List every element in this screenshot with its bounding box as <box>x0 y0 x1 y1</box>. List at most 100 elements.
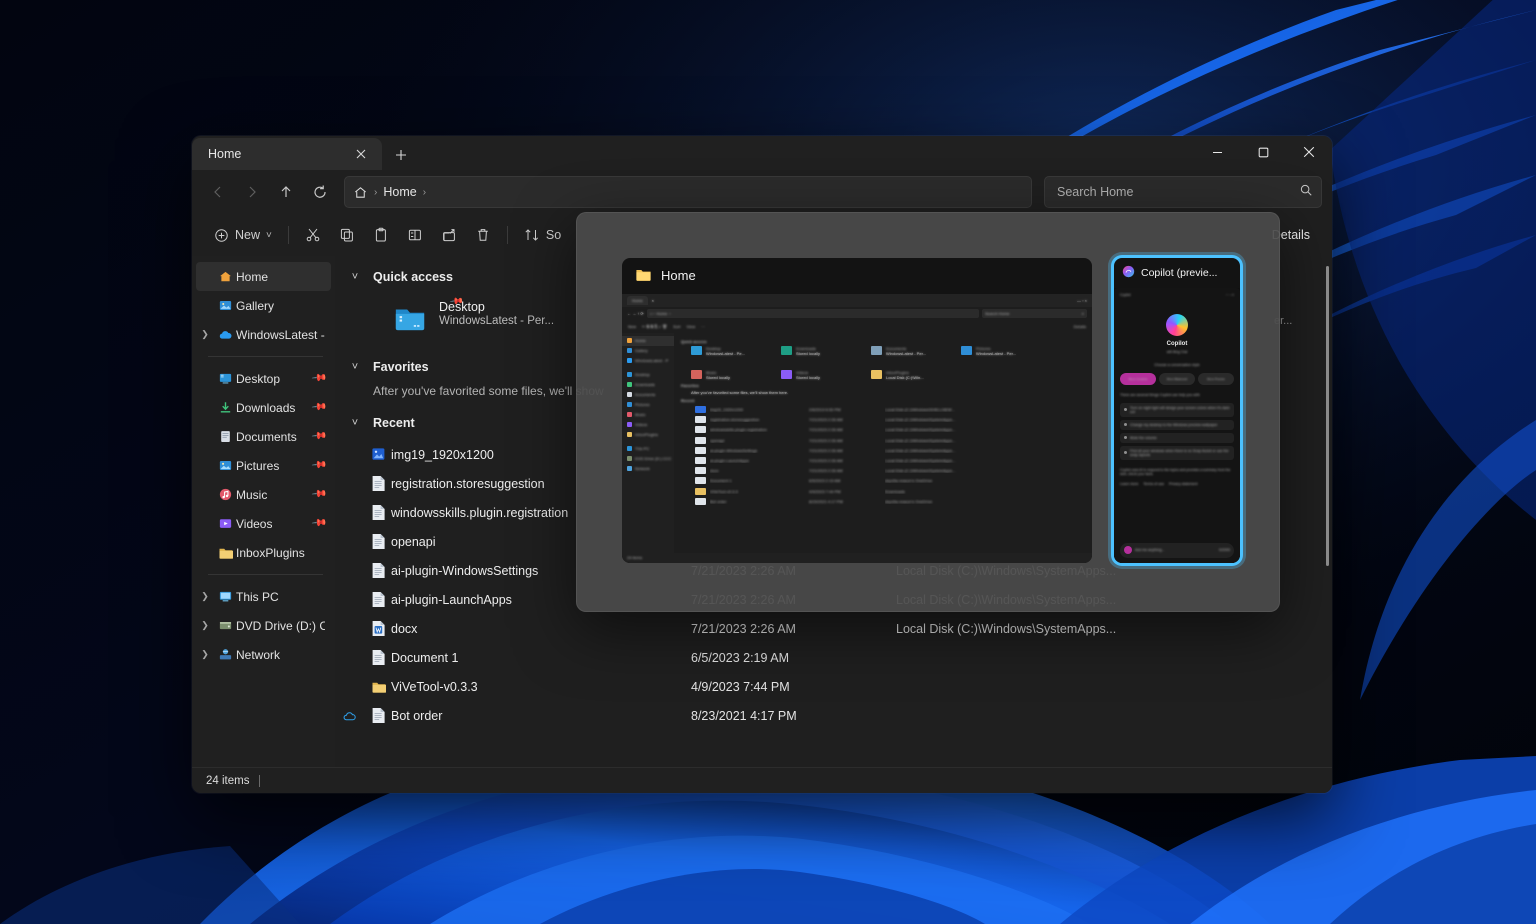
mini-copilot-link: Terms of use <box>1143 482 1164 486</box>
maximize-icon[interactable] <box>1240 136 1286 168</box>
minimize-icon[interactable] <box>1194 136 1240 168</box>
alt-tab-card-header-copilot: Copilot (previe... <box>1114 258 1240 288</box>
file-name-cell: docx <box>391 622 691 636</box>
mini-date: 8/23/2021 4:17 PM <box>809 499 881 504</box>
sidebar-item-label: InboxPlugins <box>236 546 305 560</box>
chevron-right-icon[interactable]: ❯ <box>196 591 214 602</box>
copy-button[interactable] <box>331 220 363 250</box>
chevron-down-icon[interactable]: ˅ <box>347 417 363 429</box>
mini-copilot-note: Copilot uses AI to respond to the topics… <box>1120 468 1234 477</box>
mini-sidebar-label: InboxPlugins <box>635 432 658 437</box>
sidebar-item-videos[interactable]: Videos📌 <box>196 509 331 538</box>
table-row[interactable]: Bot order8/23/2021 4:17 PM <box>335 701 1332 730</box>
chevron-right-icon[interactable]: ❯ <box>196 649 214 660</box>
search-input[interactable] <box>1057 185 1293 199</box>
mini-quick-access-item: DocumentsWindowsLatest - Per... <box>871 346 947 356</box>
mini-recent-list: img19_1920x12002/6/2019 6:50 PMLocal Dis… <box>681 405 1087 507</box>
mini-item-icon <box>627 466 632 471</box>
mini-sidebar-item: Documents <box>622 390 674 400</box>
chevron-right-icon[interactable]: ❯ <box>196 620 214 631</box>
sidebar-item-this-pc[interactable]: ❯This PC <box>196 582 331 611</box>
alt-tab-card-explorer[interactable]: Home Home × — ▫ × ← → ↑ ⟳ ⌂ › Home › <box>622 258 1092 563</box>
breadcrumb[interactable]: › Home › <box>344 176 1032 208</box>
mini-file-name: docx <box>710 468 805 473</box>
pin-icon: 📌 <box>310 457 327 473</box>
sidebar-item-gallery[interactable]: Gallery <box>196 291 331 320</box>
mini-date: 6/5/2023 2:19 AM <box>809 478 881 483</box>
sidebar-item-windowslatest-pe[interactable]: ❯WindowsLatest - Pe <box>196 320 331 349</box>
close-icon[interactable] <box>348 142 374 166</box>
table-row[interactable]: ViVeTool-v0.3.34/9/2023 7:44 PM <box>335 672 1332 701</box>
alt-tab-card-copilot[interactable]: Copilot (previe... Copilot ⋯ ▫ × Copilot… <box>1114 258 1240 563</box>
mini-table-row: ai-plugin-WindowsSettings7/21/2023 2:26 … <box>681 445 1087 455</box>
search-icon[interactable] <box>1299 183 1313 202</box>
mini-new-label: New <box>628 324 636 329</box>
mini-table-row: ViVeTool-v0.3.34/9/2023 7:44 PMDownloads <box>681 486 1087 496</box>
sidebar-divider <box>208 356 323 357</box>
back-arrow-icon[interactable] <box>202 176 234 208</box>
sidebar-item-documents[interactable]: Documents📌 <box>196 422 331 451</box>
mini-sidebar-item: Downloads <box>622 380 674 390</box>
breadcrumb-current[interactable]: Home <box>383 185 416 199</box>
close-icon[interactable] <box>1286 136 1332 168</box>
mini-quick-access-item: DownloadsStored locally <box>781 346 857 356</box>
scrollbar-thumb[interactable] <box>1326 266 1329 566</box>
sidebar-item-label: DVD Drive (D:) CCC <box>236 619 325 633</box>
plus-icon[interactable] <box>388 143 414 167</box>
table-row[interactable]: docx7/21/2023 2:26 AMLocal Disk (C:)\Win… <box>335 614 1332 643</box>
mini-location: Local Disk (C:)\Windows\SystemApps... <box>885 417 1087 422</box>
cut-button[interactable] <box>297 220 329 250</box>
mini-copilot-suggestion-text: Mute the volume <box>1130 436 1157 440</box>
mini-copilot-links: Learn more Terms of use Privacy statement <box>1120 482 1234 486</box>
vertical-scrollbar[interactable] <box>1326 262 1329 763</box>
home-icon[interactable] <box>353 185 368 200</box>
mini-sidebar-item: DVD Drive (D:) CCC <box>622 454 674 464</box>
tab-home[interactable]: Home <box>192 138 382 170</box>
navigation-pane: HomeGallery❯WindowsLatest - PeDesktop📌Do… <box>192 256 335 767</box>
chevron-down-icon[interactable]: ˅ <box>347 271 363 283</box>
mini-copilot-style-pill: More Balanced <box>1159 373 1195 385</box>
mini-qa-sub: Stored locally <box>706 375 730 380</box>
new-plus-icon <box>214 228 229 243</box>
chevron-right-icon[interactable]: ❯ <box>196 329 214 340</box>
sidebar-item-home[interactable]: Home <box>196 262 331 291</box>
mini-folder-icon <box>871 346 882 355</box>
mini-date: 7/21/2023 2:26 AM <box>809 427 881 432</box>
mini-breadcrumb: ⌂ › Home › <box>647 309 979 318</box>
search-box[interactable] <box>1044 176 1322 208</box>
alt-tab-preview-copilot: Copilot ⋯ ▫ × Copilot with Bing Chat Cho… <box>1114 288 1240 563</box>
sidebar-item-pictures[interactable]: Pictures📌 <box>196 451 331 480</box>
mini-body: HomeGalleryWindowsLatest - PDesktopDownl… <box>622 333 1092 553</box>
mini-copilot-link: Privacy statement <box>1169 482 1198 486</box>
sidebar-item-music[interactable]: Music📌 <box>196 480 331 509</box>
sidebar-item-downloads[interactable]: Downloads📌 <box>196 393 331 422</box>
mini-copilot-link: Learn more <box>1120 482 1138 486</box>
mini-sidebar-label: Music <box>635 412 645 417</box>
text-file-icon <box>365 475 391 492</box>
share-button[interactable] <box>433 220 465 250</box>
table-row[interactable]: Document 16/5/2023 2:19 AM <box>335 643 1332 672</box>
paste-button[interactable] <box>365 220 397 250</box>
chevron-down-icon[interactable]: ˅ <box>347 361 363 373</box>
forward-arrow-icon[interactable] <box>236 176 268 208</box>
sidebar-item-network[interactable]: ❯Network <box>196 640 331 669</box>
mini-sidebar-label: Downloads <box>635 382 655 387</box>
rename-button[interactable] <box>399 220 431 250</box>
sidebar-item-dvd-drive-d-ccc[interactable]: ❯ DVD Drive (D:) CCC <box>196 611 331 640</box>
delete-button[interactable] <box>467 220 499 250</box>
new-button[interactable]: New ˅ <box>206 220 280 250</box>
refresh-icon[interactable] <box>304 176 336 208</box>
copilot-logo-icon <box>1166 314 1188 336</box>
sidebar-item-label: Desktop <box>236 372 280 386</box>
up-arrow-icon[interactable] <box>270 176 302 208</box>
dvd-drive-icon <box>214 618 236 633</box>
sort-button[interactable]: So <box>516 220 569 250</box>
breadcrumb-separator-2[interactable]: › <box>421 187 428 198</box>
sidebar-item-label: Videos <box>236 517 272 531</box>
pin-icon: 📌 <box>310 399 327 415</box>
image-file-icon <box>365 446 391 463</box>
mini-qa-sub: WindowsLatest - Per... <box>886 351 926 356</box>
quick-access-item-desktop[interactable]: DesktopWindowsLatest - Per...📌 <box>393 294 593 346</box>
sidebar-item-desktop[interactable]: Desktop📌 <box>196 364 331 393</box>
sidebar-item-inboxplugins[interactable]: InboxPlugins <box>196 538 331 567</box>
